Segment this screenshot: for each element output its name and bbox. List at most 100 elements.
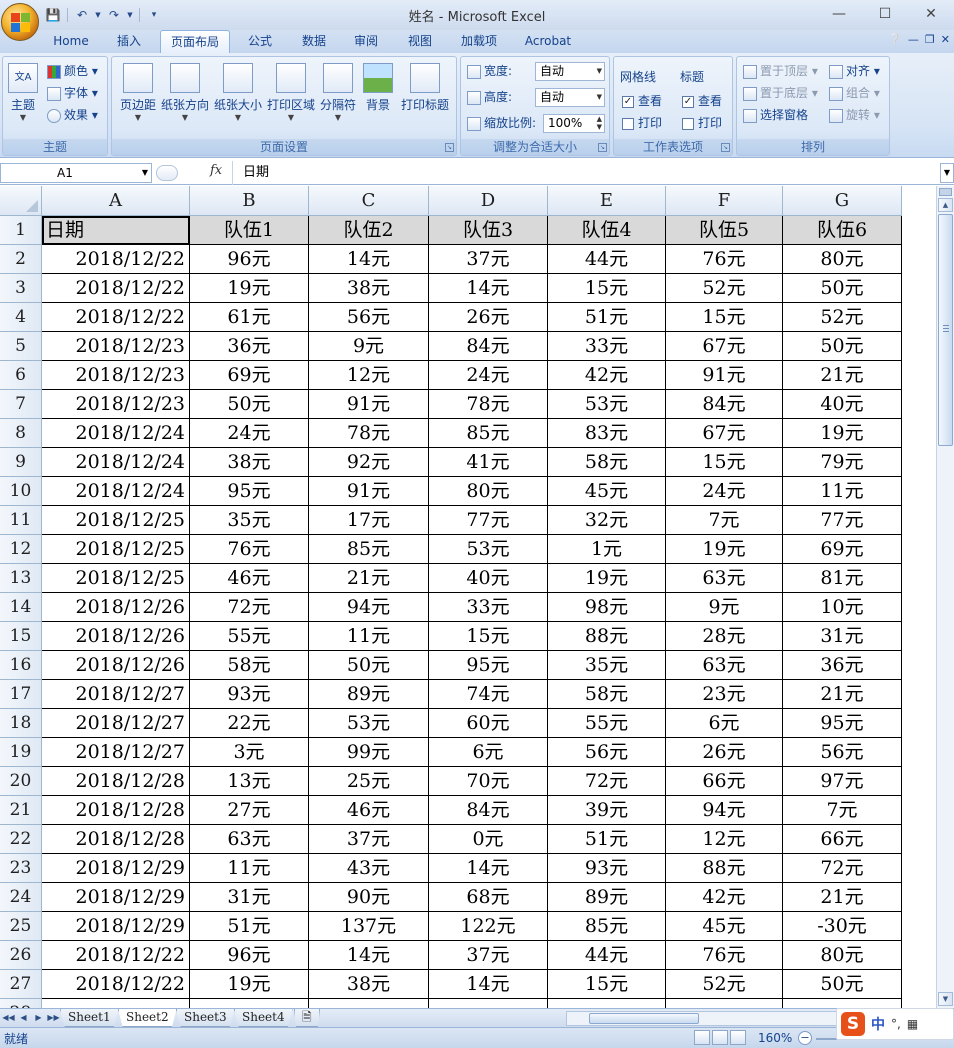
scale-spinner[interactable]: 100% ▲ ▼ xyxy=(543,114,605,133)
cell[interactable]: 89元 xyxy=(548,883,666,912)
ime-punctuation-icon[interactable]: °, xyxy=(891,1017,901,1031)
cell[interactable]: 93元 xyxy=(190,680,309,709)
doc-minimize-icon[interactable]: — xyxy=(908,33,919,46)
orientation-button[interactable]: 纸张方向 ▼ xyxy=(160,61,210,133)
cell[interactable]: 77元 xyxy=(783,506,902,535)
headings-view-checkbox[interactable]: ✓ 查看 xyxy=(682,91,722,111)
cell[interactable]: 33元 xyxy=(548,332,666,361)
cell[interactable]: 78元 xyxy=(309,419,429,448)
cell[interactable]: 85元 xyxy=(429,419,548,448)
cell[interactable]: 6元 xyxy=(429,738,548,767)
tab-insert[interactable]: 插入 xyxy=(104,30,154,53)
cell[interactable]: 74元 xyxy=(429,680,548,709)
cell[interactable]: 50元 xyxy=(783,332,902,361)
maximize-icon[interactable]: ☐ xyxy=(862,0,908,28)
row-header[interactable]: 17 xyxy=(0,680,42,709)
gridlines-print-checkbox[interactable]: 打印 xyxy=(622,113,662,133)
cell[interactable]: 94元 xyxy=(309,593,429,622)
background-button[interactable]: 背景 xyxy=(360,61,396,133)
tab-view[interactable]: 视图 xyxy=(396,30,444,53)
column-header-c[interactable]: C xyxy=(309,186,429,216)
rotate-button[interactable]: 旋转 ▾ xyxy=(829,105,880,125)
cell[interactable]: 12元 xyxy=(666,825,783,854)
cell[interactable]: 91元 xyxy=(666,361,783,390)
cell[interactable] xyxy=(548,999,666,1008)
cell[interactable]: 2018/12/28 xyxy=(42,767,190,796)
formula-toggle-button[interactable] xyxy=(156,165,178,181)
cell[interactable]: 85元 xyxy=(309,535,429,564)
office-button[interactable] xyxy=(1,3,39,41)
gridlines-view-checkbox[interactable]: ✓ 查看 xyxy=(622,91,662,111)
cell[interactable]: 2018/12/26 xyxy=(42,593,190,622)
cell[interactable]: 21元 xyxy=(309,564,429,593)
selection-pane-button[interactable]: 选择窗格 xyxy=(743,105,808,125)
cell[interactable]: 38元 xyxy=(190,448,309,477)
column-header-f[interactable]: F xyxy=(666,186,783,216)
column-header-g[interactable]: G xyxy=(783,186,902,216)
horizontal-scroll-thumb[interactable] xyxy=(589,1013,699,1024)
theme-effects-button[interactable]: 效果 ▾ xyxy=(47,105,98,125)
cell[interactable]: 25元 xyxy=(309,767,429,796)
cell[interactable]: 31元 xyxy=(190,883,309,912)
cell[interactable]: 55元 xyxy=(190,622,309,651)
row-header[interactable]: 14 xyxy=(0,593,42,622)
row-header[interactable]: 18 xyxy=(0,709,42,738)
prev-sheet-icon[interactable]: ◀ xyxy=(17,1011,30,1025)
cell[interactable]: 26元 xyxy=(429,303,548,332)
row-header[interactable]: 25 xyxy=(0,912,42,941)
help-icon[interactable]: ❔ xyxy=(888,33,902,46)
tab-review[interactable]: 审阅 xyxy=(342,30,390,53)
cell[interactable]: 17元 xyxy=(309,506,429,535)
cell[interactable]: 80元 xyxy=(783,245,902,274)
sheet-tab-sheet3[interactable]: Sheet3 xyxy=(176,1009,235,1027)
last-sheet-icon[interactable]: ▶▶ xyxy=(47,1011,60,1025)
cell[interactable]: 56元 xyxy=(548,738,666,767)
column-header-d[interactable]: D xyxy=(429,186,548,216)
row-header[interactable]: 16 xyxy=(0,651,42,680)
cell[interactable]: 32元 xyxy=(548,506,666,535)
cell[interactable]: 91元 xyxy=(309,390,429,419)
cell[interactable]: 94元 xyxy=(666,796,783,825)
vertical-scroll-thumb[interactable] xyxy=(938,214,953,446)
cell[interactable]: 85元 xyxy=(548,912,666,941)
cell[interactable]: 39元 xyxy=(548,796,666,825)
header-cell[interactable]: 日期 xyxy=(42,216,190,245)
cell[interactable]: 79元 xyxy=(783,448,902,477)
cell[interactable]: 61元 xyxy=(190,303,309,332)
cell[interactable]: 92元 xyxy=(309,448,429,477)
cell[interactable]: 83元 xyxy=(548,419,666,448)
cell[interactable]: 52元 xyxy=(666,274,783,303)
row-header[interactable]: 15 xyxy=(0,622,42,651)
cell[interactable]: 46元 xyxy=(309,796,429,825)
cell[interactable]: 76元 xyxy=(190,535,309,564)
cell[interactable]: 26元 xyxy=(666,738,783,767)
sheet-tab-sheet1[interactable]: Sheet1 xyxy=(60,1009,119,1027)
cell[interactable]: 33元 xyxy=(429,593,548,622)
cell[interactable]: 13元 xyxy=(190,767,309,796)
cell[interactable]: 36元 xyxy=(783,651,902,680)
row-header[interactable]: 10 xyxy=(0,477,42,506)
cell[interactable]: 52元 xyxy=(666,970,783,999)
cell[interactable]: 58元 xyxy=(190,651,309,680)
cell[interactable]: 2018/12/23 xyxy=(42,332,190,361)
cell[interactable]: 78元 xyxy=(429,390,548,419)
column-header-e[interactable]: E xyxy=(548,186,666,216)
cell[interactable]: 70元 xyxy=(429,767,548,796)
cell[interactable]: 2018/12/24 xyxy=(42,419,190,448)
cell[interactable]: 51元 xyxy=(548,303,666,332)
cell[interactable]: 14元 xyxy=(429,854,548,883)
cell[interactable]: 89元 xyxy=(309,680,429,709)
cell[interactable]: 21元 xyxy=(783,361,902,390)
send-to-back-button[interactable]: 置于底层 ▾ xyxy=(743,83,818,103)
cell[interactable]: 24元 xyxy=(190,419,309,448)
cell[interactable]: 2018/12/22 xyxy=(42,303,190,332)
row-header[interactable]: 5 xyxy=(0,332,42,361)
row-header[interactable]: 7 xyxy=(0,390,42,419)
tab-home[interactable]: Home xyxy=(44,30,98,53)
align-button[interactable]: 对齐 ▾ xyxy=(829,61,880,81)
row-header[interactable]: 9 xyxy=(0,448,42,477)
cell[interactable]: 40元 xyxy=(429,564,548,593)
cell[interactable]: 19元 xyxy=(666,535,783,564)
select-all-button[interactable] xyxy=(0,186,42,216)
cell[interactable]: 96元 xyxy=(190,941,309,970)
